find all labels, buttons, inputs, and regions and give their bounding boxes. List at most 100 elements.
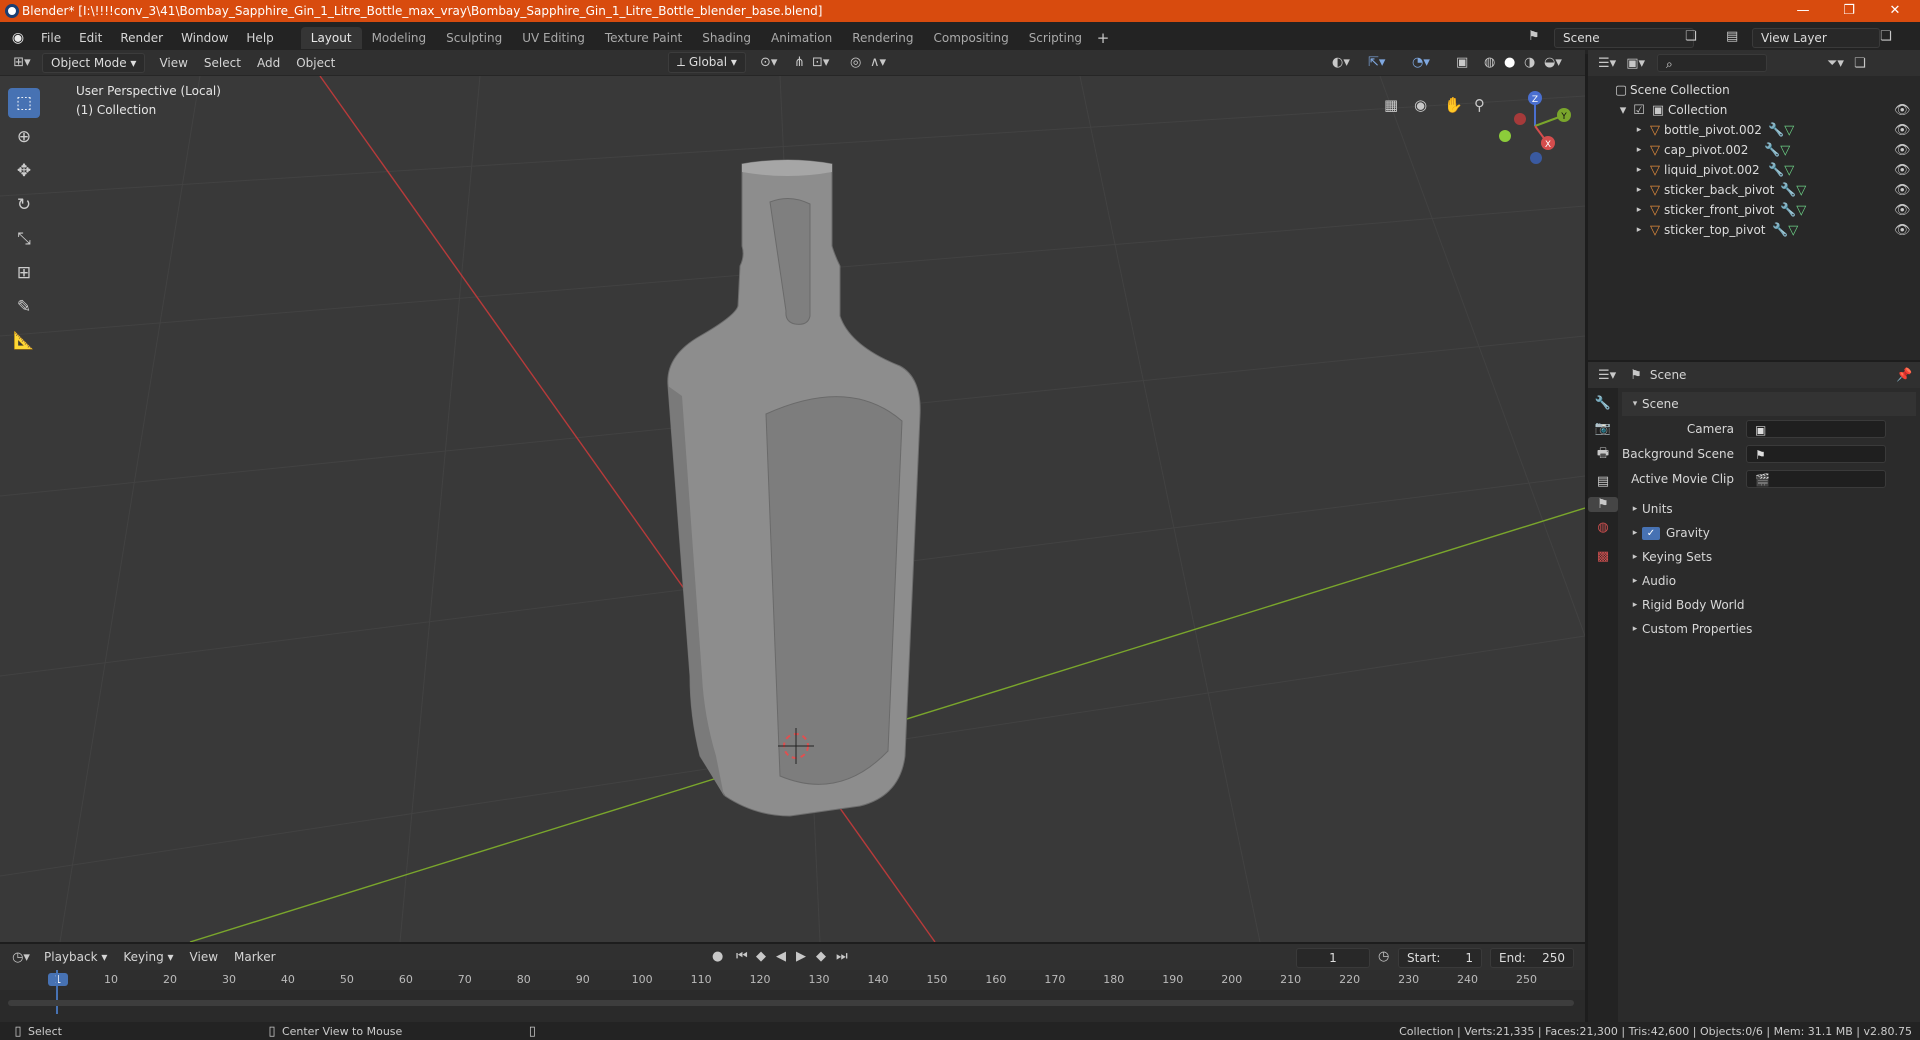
blender-menu-icon[interactable]: ◉ bbox=[4, 30, 32, 46]
add-workspace-icon[interactable]: + bbox=[1092, 29, 1114, 47]
gravity-section[interactable]: ▸ ✓ Gravity bbox=[1622, 521, 1916, 545]
navigation-gizmo[interactable]: Z Y X bbox=[1490, 86, 1580, 166]
filter-icon[interactable]: ⏷▾ bbox=[1827, 56, 1844, 71]
menu-edit[interactable]: Edit bbox=[70, 31, 111, 45]
start-frame-field[interactable]: Start: 1 bbox=[1398, 948, 1482, 968]
new-scene-icon[interactable]: ❏ bbox=[1685, 29, 1697, 44]
proportional-edit-icon[interactable]: ◎ bbox=[850, 55, 861, 70]
display-mode-icon[interactable]: ▣▾ bbox=[1626, 56, 1645, 71]
scene-tab-icon[interactable]: ⚑ bbox=[1588, 497, 1618, 512]
visibility-icon[interactable]: ◐▾ bbox=[1332, 55, 1350, 70]
properties-editor-icon[interactable]: ☰▾ bbox=[1598, 368, 1616, 383]
next-keyframe-icon[interactable]: ◆ bbox=[816, 949, 826, 964]
view-layer-field[interactable]: View Layer bbox=[1752, 28, 1880, 48]
hand-icon[interactable]: ✋ bbox=[1444, 96, 1463, 114]
scene-panel-header[interactable]: ▾ Scene bbox=[1622, 392, 1916, 416]
marker-menu[interactable]: Marker bbox=[226, 948, 283, 966]
solid-shading-icon[interactable]: ● bbox=[1504, 55, 1515, 70]
custom-properties-section[interactable]: ▸ Custom Properties bbox=[1622, 617, 1916, 641]
jump-start-icon[interactable]: ⏮ bbox=[736, 949, 748, 964]
menu-help[interactable]: Help bbox=[237, 31, 282, 45]
outliner-object-row[interactable]: ▸ ▽ sticker_top_pivot 🔧 ▽ 👁 bbox=[1588, 220, 1920, 240]
camera-icon[interactable]: ◉ bbox=[1414, 96, 1427, 114]
background-scene-field[interactable]: ⚑ bbox=[1746, 444, 1886, 463]
menu-render[interactable]: Render bbox=[111, 31, 172, 45]
transform-icon[interactable]: ⊞ bbox=[8, 258, 40, 288]
end-frame-field[interactable]: End: 250 bbox=[1490, 948, 1574, 968]
rendered-shading-icon[interactable]: ◒▾ bbox=[1544, 55, 1562, 70]
chevron-right-icon[interactable]: ▸ bbox=[1632, 205, 1646, 215]
chevron-right-icon[interactable]: ▸ bbox=[1632, 125, 1646, 135]
camera-field[interactable]: ▣ bbox=[1746, 419, 1886, 438]
gravity-checkbox[interactable]: ✓ bbox=[1642, 526, 1660, 540]
close-button[interactable]: ✕ bbox=[1872, 0, 1918, 22]
scale-icon[interactable]: ⤡ bbox=[8, 224, 40, 254]
mode-dropdown[interactable]: Object Mode ▾ bbox=[42, 52, 146, 73]
clock-icon[interactable]: ◷ bbox=[1378, 949, 1389, 964]
overlay-icon[interactable]: ◔▾ bbox=[1412, 55, 1430, 70]
outliner-search-input[interactable]: ⌕ bbox=[1657, 54, 1767, 72]
wireframe-shading-icon[interactable]: ◍ bbox=[1484, 55, 1495, 70]
playhead[interactable] bbox=[56, 970, 58, 1014]
move-icon[interactable]: ✥ bbox=[8, 156, 40, 186]
tab-sculpting[interactable]: Sculpting bbox=[436, 27, 512, 49]
tab-scripting[interactable]: Scripting bbox=[1019, 27, 1092, 49]
current-frame-field[interactable]: 1 bbox=[1296, 948, 1370, 968]
tab-compositing[interactable]: Compositing bbox=[923, 27, 1018, 49]
menu-add[interactable]: Add bbox=[249, 54, 288, 72]
orientation-dropdown[interactable]: ⟂ Global ▾ bbox=[668, 52, 746, 73]
new-collection-icon[interactable]: ❏ bbox=[1854, 56, 1866, 71]
menu-view[interactable]: View bbox=[151, 54, 195, 72]
play-icon[interactable]: ▶ bbox=[796, 949, 806, 964]
outliner-object-row[interactable]: ▸ ▽ bottle_pivot.002 🔧 ▽ 👁 bbox=[1588, 120, 1920, 140]
keying-sets-section[interactable]: ▸ Keying Sets bbox=[1622, 545, 1916, 569]
rotate-icon[interactable]: ↻ bbox=[8, 190, 40, 220]
3d-viewport[interactable]: User Perspective (Local) (1) Collection … bbox=[0, 76, 1585, 942]
outliner-collection-row[interactable]: ▾ ☑ ▣ Collection 👁 bbox=[1588, 100, 1920, 120]
rigid-body-world-section[interactable]: ▸ Rigid Body World bbox=[1622, 593, 1916, 617]
eye-icon[interactable]: 👁 bbox=[1894, 103, 1911, 118]
tab-animation[interactable]: Animation bbox=[761, 27, 842, 49]
cursor-icon[interactable]: ⊕ bbox=[8, 122, 40, 152]
units-section[interactable]: ▸ Units bbox=[1622, 497, 1916, 521]
new-view-layer-icon[interactable]: ❏ bbox=[1880, 29, 1892, 44]
tab-texture-paint[interactable]: Texture Paint bbox=[595, 27, 692, 49]
menu-select[interactable]: Select bbox=[196, 54, 249, 72]
eye-icon[interactable]: 👁 bbox=[1894, 183, 1911, 198]
scene-field[interactable]: Scene bbox=[1554, 28, 1694, 48]
tab-modeling[interactable]: Modeling bbox=[362, 27, 437, 49]
prev-keyframe-icon[interactable]: ◆ bbox=[756, 949, 766, 964]
timeline-editor-icon[interactable]: ◷▾ bbox=[6, 950, 36, 965]
tool-tab-icon[interactable]: 🔧 bbox=[1588, 396, 1618, 411]
tab-shading[interactable]: Shading bbox=[692, 27, 761, 49]
tab-uv-editing[interactable]: UV Editing bbox=[512, 27, 595, 49]
timeline-view-menu[interactable]: View bbox=[182, 948, 226, 966]
falloff-icon[interactable]: ∧▾ bbox=[870, 55, 886, 70]
chevron-right-icon[interactable]: ▸ bbox=[1632, 185, 1646, 195]
record-icon[interactable]: ● bbox=[712, 949, 723, 964]
eye-icon[interactable]: 👁 bbox=[1894, 203, 1911, 218]
movie-clip-field[interactable]: 🎬 bbox=[1746, 469, 1886, 488]
zoom-icon[interactable]: ⚲ bbox=[1474, 96, 1485, 114]
chevron-down-icon[interactable]: ▾ bbox=[1616, 103, 1630, 118]
keying-menu[interactable]: Keying ▾ bbox=[115, 948, 181, 966]
pin-icon[interactable]: 📌 bbox=[1896, 368, 1912, 383]
timeline-tracks[interactable] bbox=[0, 970, 1585, 1014]
chevron-right-icon[interactable]: ▸ bbox=[1632, 225, 1646, 235]
eye-icon[interactable]: 👁 bbox=[1894, 223, 1911, 238]
chevron-right-icon[interactable]: ▸ bbox=[1632, 165, 1646, 175]
eye-icon[interactable]: 👁 bbox=[1894, 123, 1911, 138]
xray-icon[interactable]: ▣ bbox=[1456, 55, 1468, 70]
snap-target-icon[interactable]: ⊡▾ bbox=[812, 55, 829, 70]
render-tab-icon[interactable]: 📷 bbox=[1588, 421, 1618, 436]
maximize-button[interactable]: ❐ bbox=[1826, 0, 1872, 22]
output-tab-icon[interactable]: 🖶 bbox=[1588, 444, 1618, 466]
gizmo-toggle-icon[interactable]: ⇱▾ bbox=[1368, 55, 1385, 70]
select-box-icon[interactable]: ⬚ bbox=[8, 88, 40, 118]
checkbox-icon[interactable]: ☑ bbox=[1630, 103, 1648, 118]
playback-menu[interactable]: Playback ▾ bbox=[36, 948, 115, 966]
texture-tab-icon[interactable]: ▩ bbox=[1588, 549, 1618, 564]
minimize-button[interactable]: — bbox=[1780, 0, 1826, 22]
eye-icon[interactable]: 👁 bbox=[1894, 163, 1911, 178]
outliner-editor-icon[interactable]: ☰▾ bbox=[1598, 56, 1616, 71]
